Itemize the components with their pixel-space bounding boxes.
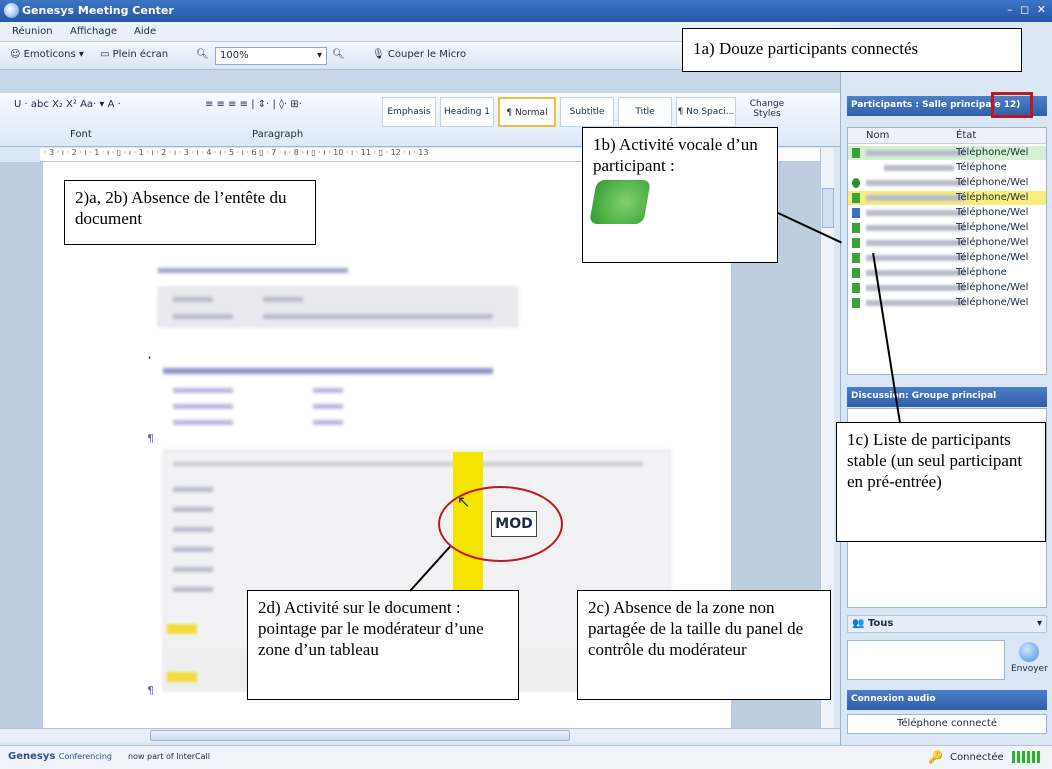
horizontal-scrollbar[interactable]: [0, 728, 846, 742]
right-control-panel: Participants : Salle principale 12) Nom …: [840, 70, 1052, 745]
style-emphasis[interactable]: Emphasis: [382, 97, 436, 127]
genesys-logo-icon: [4, 3, 19, 18]
callout-1b: 1b) Activité vocale d’un participant :: [582, 127, 778, 263]
font-tools[interactable]: U · abc X₂ X² Aa· ▾ A ·: [14, 99, 121, 110]
paragraph-tools[interactable]: ≡ ≡ ≡ ≡ | ⇕· | ◊· ⊞·: [205, 99, 302, 110]
callout-2c: 2c) Absence de la zone non partagée de l…: [577, 590, 831, 700]
count-highlight-box: [991, 92, 1033, 118]
window-title: Genesys Meeting Center: [22, 4, 174, 17]
emoticons-button[interactable]: ☺ Emoticons ▾: [10, 49, 84, 60]
zoom-out-icon[interactable]: 🔍︎: [196, 49, 209, 60]
signal-strength-icon: [1012, 751, 1042, 763]
participant-row[interactable]: Téléphone/Wel: [848, 146, 1046, 160]
style-heading1[interactable]: Heading 1: [440, 97, 494, 127]
col-state[interactable]: État: [956, 130, 976, 141]
chat-input[interactable]: [847, 640, 1005, 680]
col-name[interactable]: Nom: [866, 130, 889, 141]
style-no-spacing[interactable]: ¶ No Spaci...: [676, 97, 736, 127]
change-styles-button[interactable]: Change Styles: [745, 99, 789, 119]
participant-row[interactable]: Téléphone/Wel: [848, 251, 1046, 265]
cursor-icon: ↖: [457, 492, 471, 511]
title-bar: Genesys Meeting Center – ◻ ✕: [0, 0, 1052, 22]
voice-activity-icon: [589, 180, 651, 224]
callout-1c: 1c) Liste de participants stable (un seu…: [836, 422, 1046, 542]
brand-note: now part of InterCall: [128, 752, 210, 761]
style-title[interactable]: Title: [618, 97, 672, 127]
callout-2a: 2)a, 2b) Absence de l’entête du document: [64, 180, 316, 245]
participant-row[interactable]: Téléphone/Wel: [848, 206, 1046, 220]
callout-1a: 1a) Douze participants connectés: [682, 28, 1022, 72]
mute-button[interactable]: 🎙 Couper le Micro: [372, 49, 466, 60]
genesys-brand: Genesys Conferencing: [8, 751, 112, 762]
shared-area-gap: [0, 70, 840, 93]
menu-reunion[interactable]: Réunion: [12, 26, 53, 37]
connection-status: Connectée: [950, 752, 1004, 763]
callout-2d: 2d) Activité sur le document : pointage …: [247, 590, 519, 700]
style-subtitle[interactable]: Subtitle: [560, 97, 614, 127]
fullscreen-button[interactable]: ▭ Plein écran: [100, 49, 168, 60]
participant-row[interactable]: Téléphone/Wel: [848, 221, 1046, 235]
audio-status: Téléphone connecté: [847, 714, 1047, 734]
participant-row[interactable]: Téléphone: [848, 161, 1046, 175]
participants-list[interactable]: Nom État Téléphone/Wel Téléphone Télépho…: [847, 127, 1047, 375]
moderator-pointer-label: MOD: [491, 511, 537, 537]
menu-affichage[interactable]: Affichage: [70, 26, 117, 37]
zoom-in-icon[interactable]: 🔍︎: [332, 49, 345, 60]
style-normal[interactable]: ¶ Normal: [498, 97, 556, 127]
font-group-label: Font: [70, 129, 92, 140]
participant-row[interactable]: Téléphone/Wel: [848, 296, 1046, 310]
participant-row[interactable]: Téléphone/Wel: [848, 236, 1046, 250]
key-icon: 🔑: [928, 750, 943, 764]
recipient-select[interactable]: 👥 Tous ▾: [847, 615, 1047, 633]
menu-aide[interactable]: Aide: [134, 26, 156, 37]
status-bar: Genesys Conferencing now part of InterCa…: [0, 745, 1052, 769]
chat-header[interactable]: Discussion: Groupe principal: [847, 387, 1047, 407]
zoom-select[interactable]: 100% ▾: [215, 47, 327, 65]
window-controls[interactable]: – ◻ ✕: [1007, 3, 1048, 16]
participant-row[interactable]: Téléphone/Wel: [848, 191, 1046, 205]
participant-row[interactable]: Téléphone/Wel: [848, 176, 1046, 190]
paragraph-group-label: Paragraph: [252, 129, 304, 140]
send-button[interactable]: Envoyer: [1011, 642, 1048, 680]
audio-header[interactable]: Connexion audio: [847, 690, 1047, 710]
send-icon: [1019, 642, 1039, 662]
